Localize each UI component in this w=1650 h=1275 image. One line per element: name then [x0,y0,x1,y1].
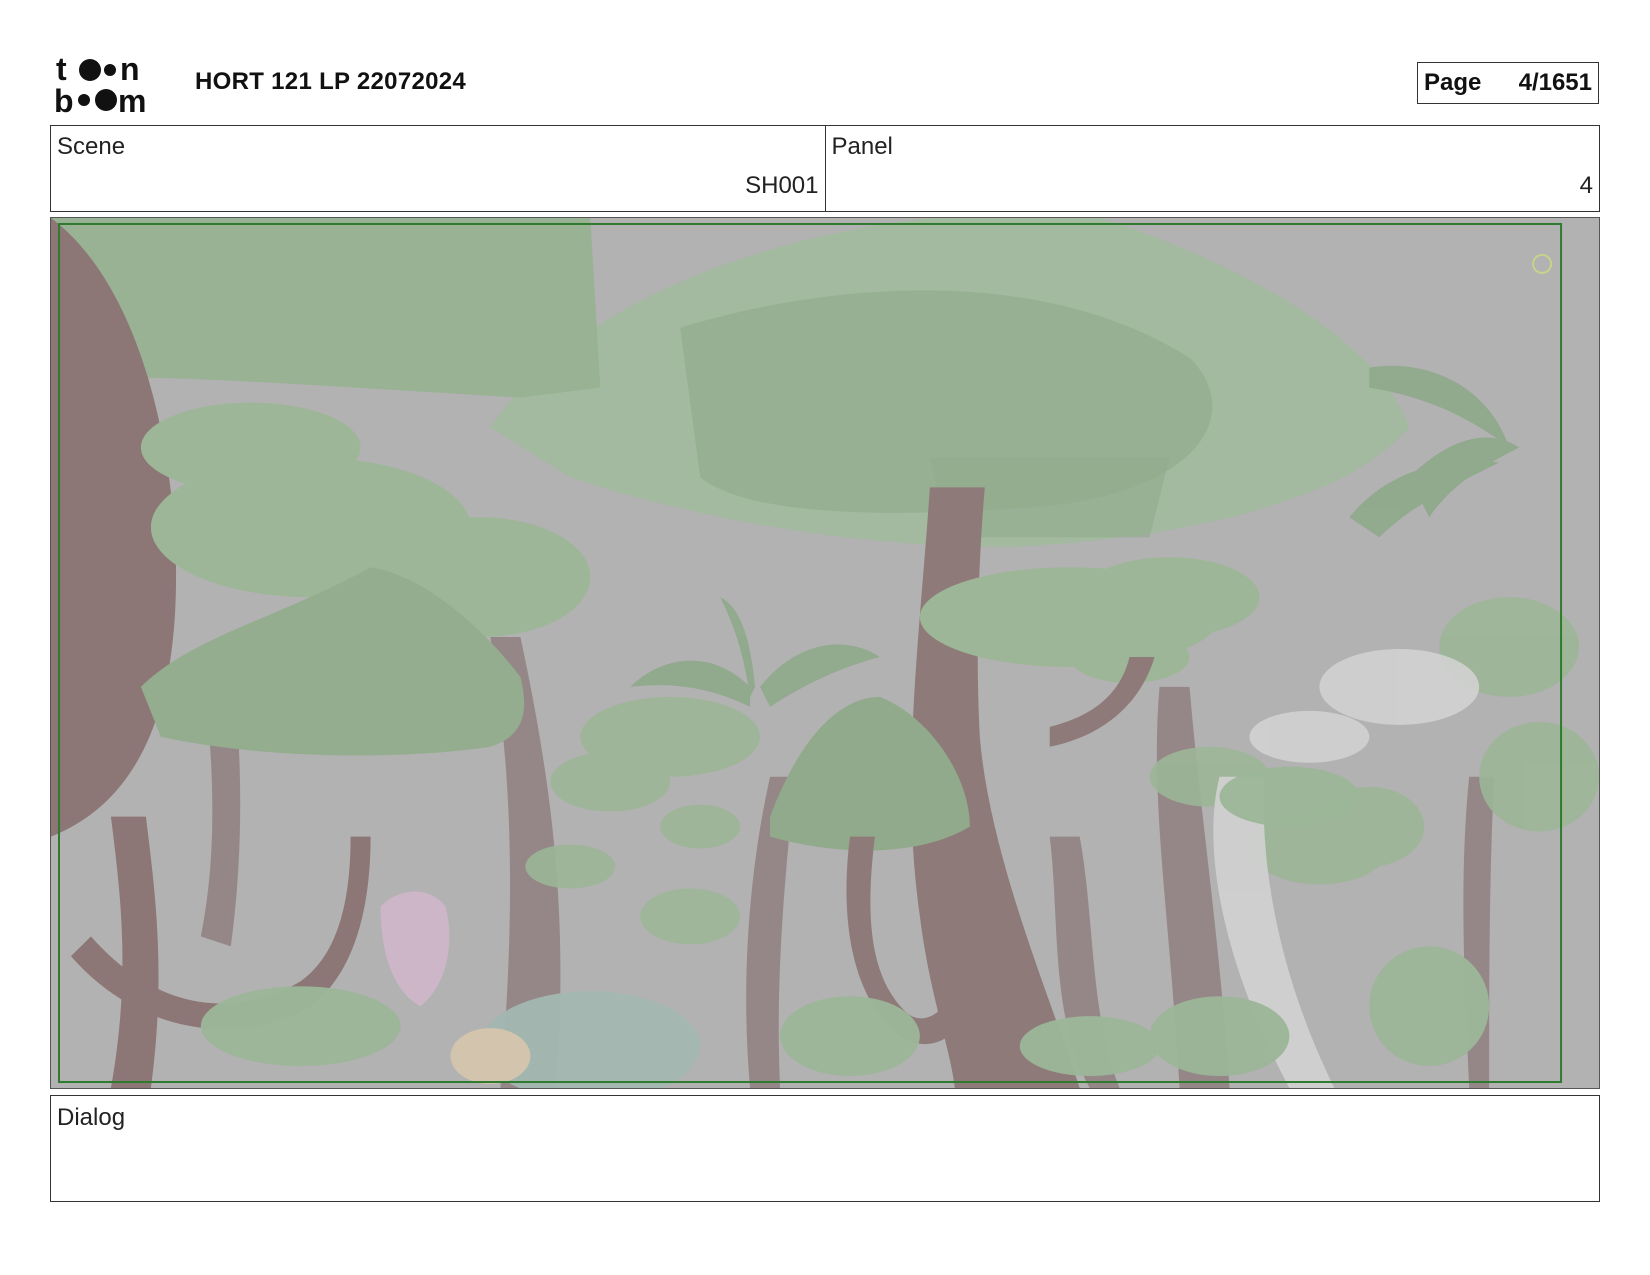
svg-text:m: m [118,83,146,116]
scene-cell: Scene SH001 [51,126,825,211]
scene-label: Scene [57,133,126,160]
page-label: Page [1424,69,1482,96]
document-title: HORT 121 LP 22072024 [195,68,467,95]
svg-text:t: t [56,52,67,87]
svg-text:n: n [120,52,140,87]
svg-text:b: b [54,83,74,116]
toon-boom-logo-icon: t n b m [54,51,146,119]
scene-panel-row: Scene SH001 Panel 4 [50,125,1600,212]
page-indicator: Page 4/1651 [1417,62,1599,104]
panel-value: 4 [1579,172,1593,199]
toon-boom-logo: t n b m [54,51,172,119]
panel-cell: Panel 4 [824,126,1600,211]
dialog-label: Dialog [57,1104,126,1131]
panel-label: Panel [831,133,893,160]
jungle-scene-illustration [51,218,1599,1088]
page-number: 4/1651 [1518,69,1592,96]
storyboard-panel-image [50,217,1600,1089]
dialog-box: Dialog [50,1095,1600,1202]
scene-value: SH001 [745,172,819,199]
